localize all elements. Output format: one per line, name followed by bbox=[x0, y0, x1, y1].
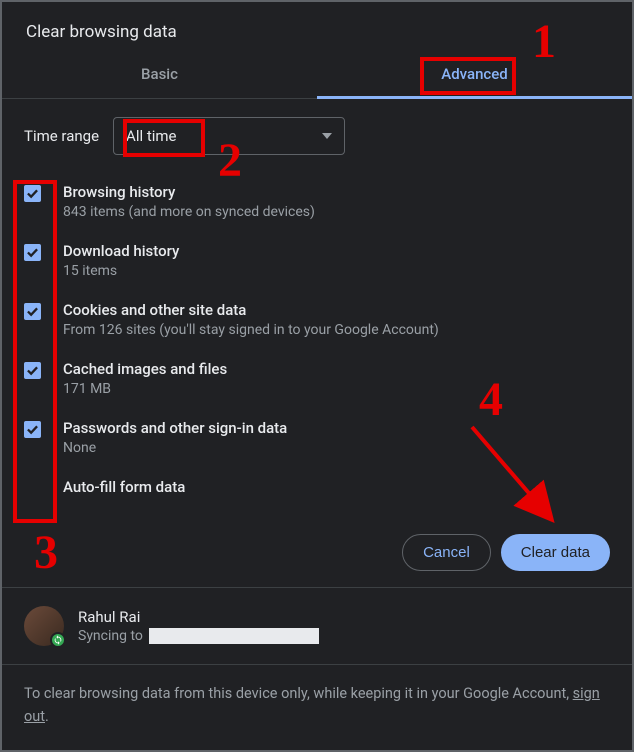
redacted-email bbox=[149, 628, 319, 644]
item-title: Passwords and other sign-in data bbox=[63, 419, 287, 437]
item-title: Cookies and other site data bbox=[63, 301, 439, 319]
item-sub: 171 MB bbox=[63, 381, 227, 397]
list-item: Cached images and files 171 MB bbox=[24, 360, 610, 397]
checkmark-icon bbox=[26, 424, 39, 435]
checkmark-icon bbox=[26, 365, 39, 376]
item-sub: 15 items bbox=[63, 263, 179, 279]
item-title: Cached images and files bbox=[63, 360, 227, 378]
account-name: Rahul Rai bbox=[78, 608, 319, 626]
tab-advanced[interactable]: Advanced bbox=[317, 50, 632, 98]
checkmark-icon bbox=[26, 247, 39, 258]
checkmark-icon bbox=[26, 306, 39, 317]
list-item: Passwords and other sign-in data None bbox=[24, 419, 610, 456]
sync-badge-icon bbox=[50, 632, 66, 648]
disclaimer-text: To clear browsing data from this device … bbox=[2, 664, 632, 750]
account-sync-status: Syncing to bbox=[78, 628, 319, 644]
time-range-dropdown[interactable]: All time bbox=[113, 117, 345, 155]
avatar-wrap bbox=[24, 606, 64, 646]
checkmark-icon bbox=[26, 188, 39, 199]
checkbox-cookies[interactable] bbox=[24, 303, 41, 320]
chevron-down-icon bbox=[322, 133, 332, 139]
item-title: Browsing history bbox=[63, 183, 315, 201]
checkbox-list: Browsing history 843 items (and more on … bbox=[24, 183, 610, 491]
list-item: Cookies and other site data From 126 sit… bbox=[24, 301, 610, 338]
time-range-row: Time range All time bbox=[24, 117, 610, 155]
item-sub: None bbox=[63, 440, 287, 456]
tab-basic[interactable]: Basic bbox=[2, 50, 317, 98]
item-title: Download history bbox=[63, 242, 179, 260]
cancel-button[interactable]: Cancel bbox=[402, 534, 491, 571]
list-item: Auto-fill form data bbox=[24, 478, 610, 497]
clear-data-button[interactable]: Clear data bbox=[501, 534, 610, 571]
checkbox-cache[interactable] bbox=[24, 362, 41, 379]
list-item: Download history 15 items bbox=[24, 242, 610, 279]
tab-bar: Basic Advanced bbox=[2, 50, 632, 99]
item-sub: 843 items (and more on synced devices) bbox=[63, 204, 315, 220]
dialog-footer: Cancel Clear data bbox=[2, 518, 632, 587]
dialog-title: Clear browsing data bbox=[2, 2, 632, 50]
item-sub: From 126 sites (you'll stay signed in to… bbox=[63, 322, 439, 338]
account-row: Rahul Rai Syncing to bbox=[2, 587, 632, 664]
list-item: Browsing history 843 items (and more on … bbox=[24, 183, 610, 220]
checkbox-passwords[interactable] bbox=[24, 421, 41, 438]
content-area: Time range All time Browsing history 843… bbox=[2, 99, 632, 518]
checkbox-browsing-history[interactable] bbox=[24, 185, 41, 202]
time-range-label: Time range bbox=[24, 127, 99, 145]
item-title: Auto-fill form data bbox=[63, 478, 185, 496]
checkbox-download-history[interactable] bbox=[24, 244, 41, 261]
clear-browsing-data-dialog: Clear browsing data Basic Advanced Time … bbox=[2, 2, 632, 750]
time-range-value: All time bbox=[126, 127, 176, 145]
